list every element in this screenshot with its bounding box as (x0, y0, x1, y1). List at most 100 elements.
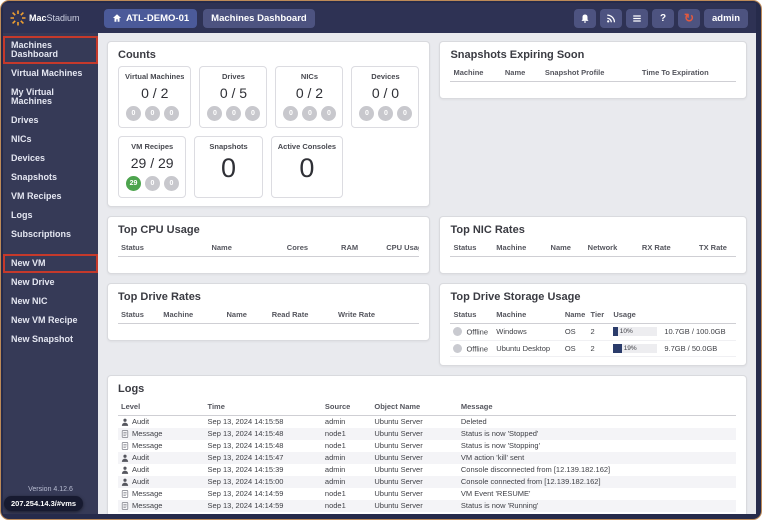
log-message-cell: Deleted (460, 417, 487, 426)
top-cpu-usage-table: StatusNameCoresRAMCPU Usage (118, 241, 420, 257)
log-object-cell: Ubuntu Server (371, 512, 458, 515)
count-card-value: 0 / 0 (371, 85, 400, 101)
column-header: RAM (338, 241, 384, 257)
log-time-cell: Sep 13, 2024 14:15:48 (207, 441, 284, 450)
sidebar-nav-item[interactable]: My Virtual Machines (3, 83, 98, 111)
help-button[interactable]: ? (652, 8, 675, 28)
sidebar-nav-item[interactable]: Logs (3, 206, 98, 225)
column-header: Machine (160, 308, 224, 324)
notifications-button[interactable] (574, 8, 597, 28)
usage-bar: 10% (613, 327, 658, 337)
count-badge: 0 (359, 106, 375, 121)
column-header: Usage (610, 308, 736, 324)
top-cpu-usage-panel: Top CPU Usage StatusNameCoresRAMCPU Usag… (107, 216, 431, 274)
brand-logo: MacStadium (3, 10, 98, 26)
top-cpu-usage-title: Top CPU Usage (118, 224, 200, 236)
log-time-cell: Sep 13, 2024 14:15:39 (207, 465, 284, 474)
sidebar-action-item[interactable]: New Snapshot (3, 330, 98, 349)
home-breadcrumb-button[interactable]: ATL-DEMO-01 (104, 8, 198, 28)
column-header: Machine (450, 66, 502, 82)
log-row: Message Sep 13, 2024 14:14:59 node1 Ubun… (118, 488, 736, 500)
column-header: Name (223, 308, 269, 324)
count-card-value: 29 / 29 (130, 155, 174, 171)
log-row: Audit Sep 13, 2024 14:15:00 admin Ubuntu… (118, 476, 736, 488)
log-message-cell: Status is now 'Stopped' (460, 429, 539, 438)
refresh-button[interactable]: ↻ (678, 8, 701, 28)
count-card-badges: 0 0 0 (358, 106, 413, 121)
count-card-value: 0 / 2 (141, 85, 169, 101)
usage-bar: 19% (613, 343, 658, 353)
sidebar-nav-item[interactable]: VM Recipes (3, 187, 98, 206)
storage-row[interactable]: Offline Ubuntu Desktop OS 2 19% 9.7GB / … (450, 340, 736, 357)
log-message-cell: Status is now 'Running' (460, 501, 539, 510)
log-row: Message Sep 13, 2024 14:14:59 node1 Ubun… (118, 500, 736, 512)
sidebar-nav-item[interactable]: NICs (3, 130, 98, 149)
top-drive-storage-panel: Top Drive Storage Usage Status Machine Nam… (439, 283, 747, 366)
sidebar-nav-item[interactable]: Subscriptions (3, 225, 98, 244)
admin-menu-button[interactable]: admin (704, 8, 748, 28)
top-nic-rates-panel: Top NIC Rates Status Machine Name Network RX… (439, 216, 747, 274)
list-icon (633, 14, 641, 22)
column-header: Name (561, 308, 588, 324)
counts-panel: Counts Virtual Machines 0 / 2 0 0 0 Driv… (107, 41, 431, 207)
counts-title: Counts (118, 49, 156, 61)
sidebar-nav-item[interactable]: Snapshots (3, 168, 98, 187)
count-badge: 0 (145, 106, 160, 121)
snapshots-expiring-title: Snapshots Expiring Soon (450, 49, 585, 61)
column-header: Status (118, 241, 209, 257)
brand-name: MacStadium (29, 13, 80, 23)
snapshots-expiring-panel: Snapshots Expiring Soon Machine Name Snaps… (439, 41, 747, 99)
address-status-pill: 207.254.14.3/#vms (4, 496, 84, 511)
log-source-cell: node1 (322, 512, 371, 515)
usage-bar-fill (613, 327, 618, 337)
sidebar-nav-item[interactable]: Machines Dashboard (3, 36, 98, 64)
log-level-cell: Audit (118, 476, 205, 488)
log-message-cell: VM action 'kill' sent (460, 453, 525, 462)
sidebar-action-item[interactable]: New Drive (3, 273, 98, 292)
sidebar-nav-item[interactable]: Virtual Machines (3, 64, 98, 83)
sidebar-action-item[interactable]: New VM Recipe (3, 311, 98, 330)
sidebar-nav-item[interactable]: Devices (3, 149, 98, 168)
count-card[interactable]: Snapshots 0 (194, 136, 263, 198)
sidebar-action-item[interactable]: New NIC (3, 292, 98, 311)
sidebar-action-item[interactable]: New VM (3, 254, 98, 273)
count-badge: 0 (283, 106, 299, 121)
count-card[interactable]: NICs 0 / 2 0 0 0 (275, 66, 344, 128)
log-object-cell: Ubuntu Server (374, 441, 423, 450)
count-badge: 0 (145, 176, 160, 191)
log-list-button[interactable] (626, 8, 649, 28)
count-badge: 0 (207, 106, 223, 121)
count-card-label: Drives (222, 72, 245, 81)
column-header: Time To Expiration (638, 66, 736, 82)
events-feed-button[interactable] (600, 8, 623, 28)
count-card[interactable]: Drives 0 / 5 0 0 0 (199, 66, 268, 128)
count-badge: 0 (302, 106, 318, 121)
counts-row-1: Virtual Machines 0 / 2 0 0 0 Drives 0 / … (118, 66, 420, 128)
count-card[interactable]: VM Recipes 29 / 29 29 0 0 (118, 136, 187, 198)
sidebar-actions: New VM New Drive New NIC New VM Recipe N… (3, 254, 98, 349)
version-label: Version 4.12.6 (28, 486, 73, 493)
log-row: Message Sep 13, 2024 14:15:48 node1 Ubun… (118, 428, 736, 440)
audit-person-icon (121, 418, 129, 426)
log-message-cell: Status is now 'Stopping' (460, 441, 541, 450)
count-card-label: Devices (371, 72, 400, 81)
count-card[interactable]: Devices 0 / 0 0 0 0 (351, 66, 420, 128)
usage-bar-fill (613, 343, 622, 353)
machines-dashboard-breadcrumb-button[interactable]: Machines Dashboard (203, 8, 315, 28)
app-window: MacStadium ATL-DEMO-01 Machines Dashboar… (0, 0, 762, 520)
log-level-cell: Audit (118, 464, 205, 476)
count-card-badges: 0 0 0 (282, 106, 337, 121)
log-level-cell: Message (118, 428, 205, 440)
count-card[interactable]: Active Consoles 0 (270, 136, 344, 198)
log-source-cell: admin (324, 477, 346, 486)
top-nic-rates-table: Status Machine Name Network RX Rate TX Rate (450, 241, 736, 257)
count-card[interactable]: Virtual Machines 0 / 2 0 0 0 (118, 66, 192, 128)
count-badge: 0 (226, 106, 242, 121)
log-object-cell: Ubuntu Server (374, 477, 423, 486)
top-drive-storage-title: Top Drive Storage Usage (450, 291, 581, 303)
storage-row[interactable]: Offline Windows OS 2 10% 10.7GB / 100.0G… (450, 323, 736, 341)
log-time-cell: Sep 13, 2024 14:14:59 (207, 501, 284, 510)
sidebar-nav-item[interactable]: Drives (3, 111, 98, 130)
storage-usage-cell: 10% 10.7GB / 100.0GB (610, 323, 736, 341)
rss-icon (607, 13, 616, 22)
